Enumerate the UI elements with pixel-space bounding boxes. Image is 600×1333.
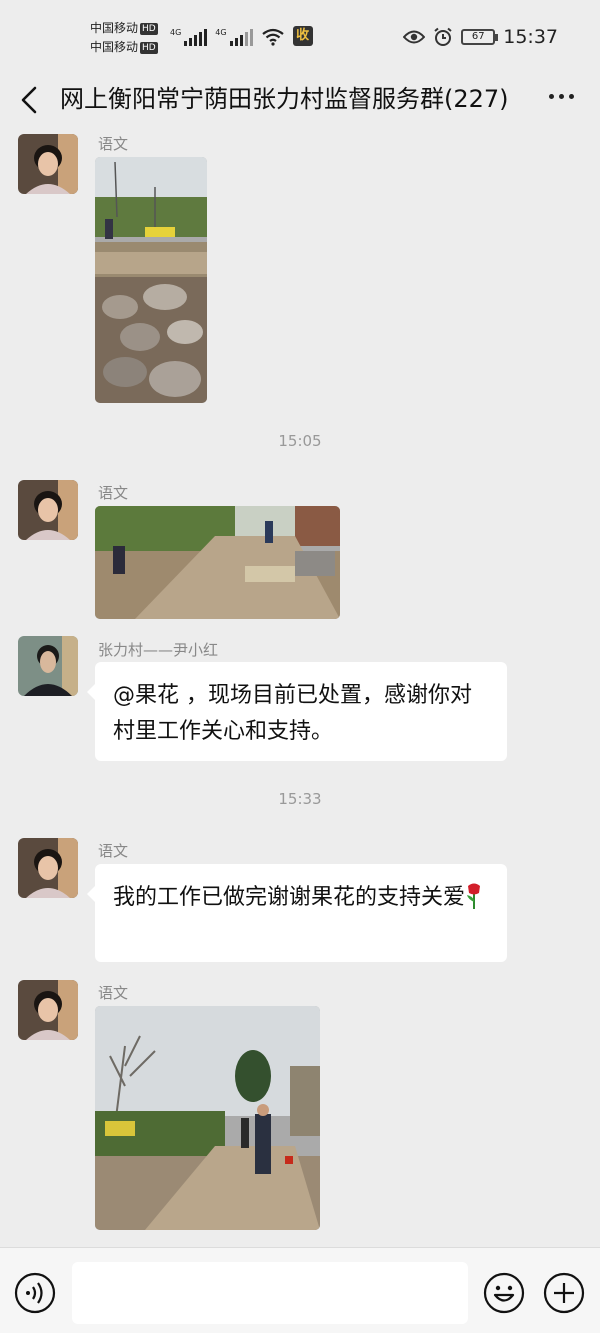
- add-more-icon[interactable]: [543, 1272, 585, 1314]
- message-photo[interactable]: [95, 506, 340, 619]
- message-bubble[interactable]: @果花 ，现场目前已处置，感谢你对村里工作关心和支持。: [87, 662, 507, 761]
- rose-emoji-icon: [467, 883, 481, 909]
- network-type-2: 4G: [215, 28, 227, 37]
- sender-name: 语文: [98, 135, 129, 153]
- message-photo[interactable]: [95, 157, 207, 403]
- hd-badge-1: HD: [140, 23, 158, 35]
- avatar[interactable]: [18, 838, 78, 898]
- avatar[interactable]: [18, 980, 78, 1040]
- sender-name: 张力村——尹小红: [98, 641, 219, 659]
- status-bar: 中国移动 HD 中国移动 HD 4G 4G 收 67 15:37: [0, 0, 600, 70]
- input-bar: [0, 1247, 600, 1333]
- timestamp: 15:33: [278, 790, 322, 808]
- avatar[interactable]: [18, 480, 78, 540]
- alarm-clock-icon: [434, 27, 452, 46]
- network-type-1: 4G: [170, 28, 182, 37]
- chat-header: 网上衡阳常宁荫田张力村监督服务群(227): [0, 70, 600, 128]
- message-text: @果花 ，现场目前已处置，感谢你对村里工作关心和支持。: [113, 683, 472, 744]
- carrier-2: 中国移动: [90, 40, 139, 54]
- signal-indicators: 4G 4G 收: [170, 26, 313, 46]
- eye-icon: [403, 30, 426, 44]
- signal-icon: 4G: [170, 28, 208, 46]
- carrier-1: 中国移动: [90, 21, 139, 35]
- app-notification-icon: 收: [292, 26, 313, 46]
- battery-icon: 67: [461, 29, 499, 45]
- avatar[interactable]: [18, 134, 78, 194]
- voice-input-icon[interactable]: [14, 1272, 56, 1314]
- message-bubble[interactable]: 我的工作已做完谢谢果花的支持关爱: [87, 864, 507, 962]
- avatar[interactable]: [18, 636, 78, 696]
- message-text: 我的工作已做完谢谢果花的支持关爱: [113, 885, 466, 910]
- sender-name: 语文: [98, 984, 129, 1002]
- emoji-icon[interactable]: [483, 1272, 525, 1314]
- signal-icon: 4G: [215, 28, 253, 46]
- timestamp: 15:05: [278, 432, 322, 450]
- status-right: 67 15:37: [403, 26, 558, 48]
- wifi-icon: [261, 28, 284, 46]
- back-arrow-icon[interactable]: [18, 85, 42, 115]
- chat-title: 网上衡阳常宁荫田张力村监督服务群(227): [60, 85, 509, 113]
- sender-name: 语文: [98, 842, 129, 860]
- sender-name: 语文: [98, 484, 129, 502]
- message-photo[interactable]: [95, 1006, 320, 1230]
- clock: 15:37: [503, 26, 558, 48]
- carrier-info: 中国移动 HD 中国移动 HD: [90, 19, 158, 57]
- more-options-icon[interactable]: [549, 94, 574, 99]
- hd-badge-2: HD: [140, 42, 158, 54]
- message-input[interactable]: [72, 1262, 468, 1324]
